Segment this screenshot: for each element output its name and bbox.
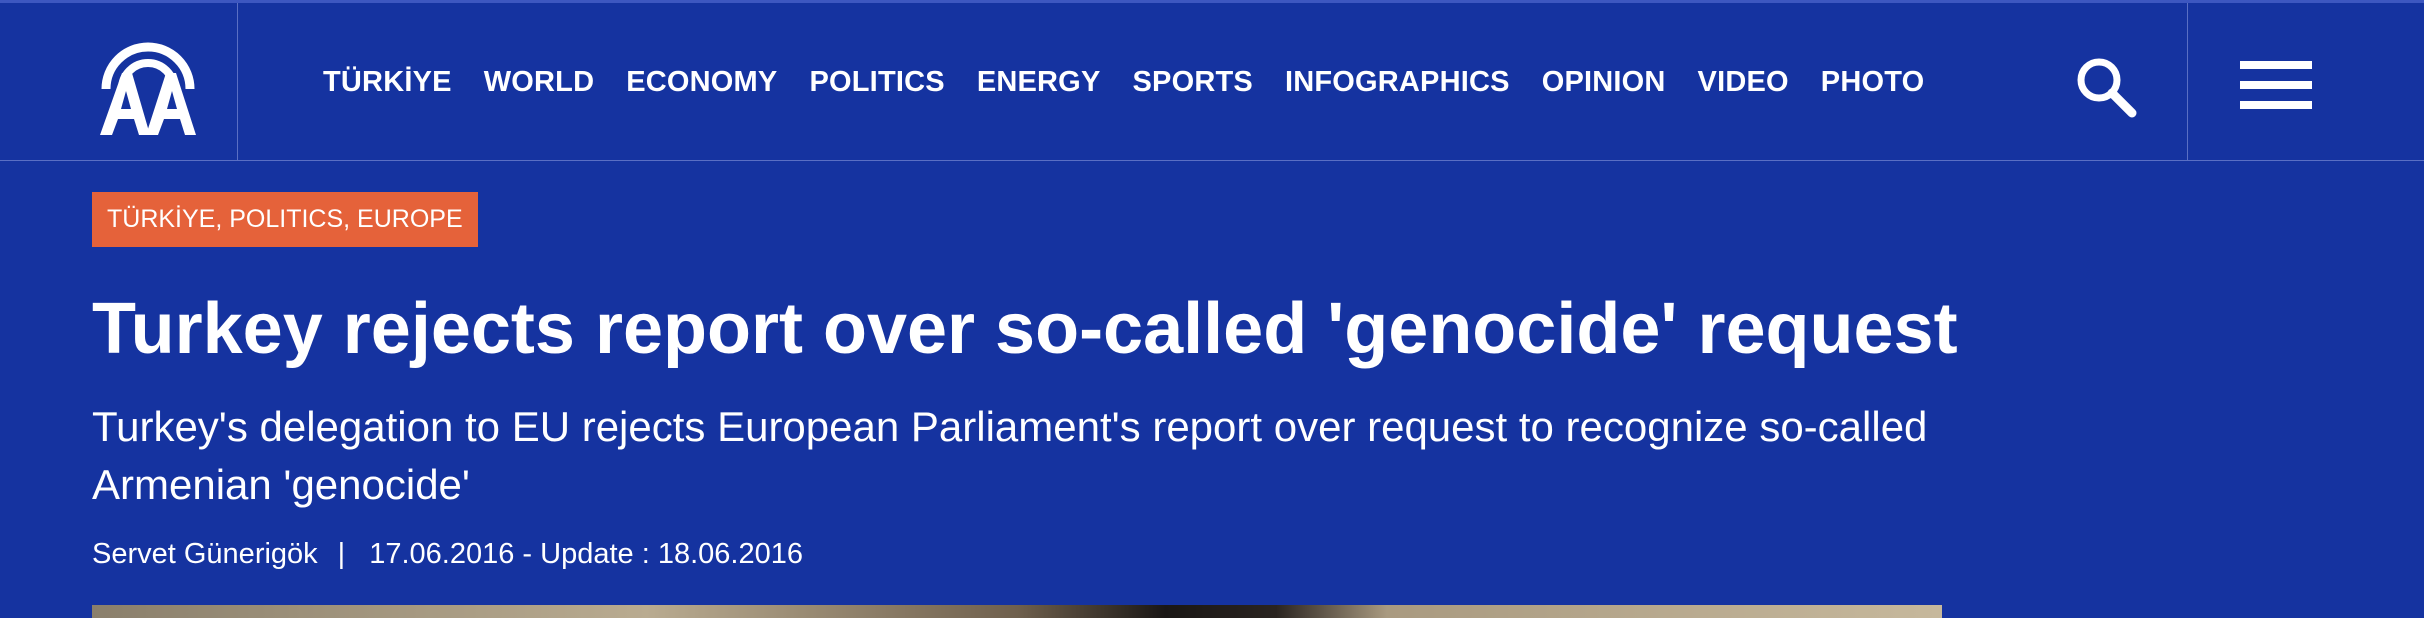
search-icon	[2077, 58, 2137, 118]
category-tag[interactable]: TÜRKİYE, POLITICS, EUROPE	[92, 192, 478, 247]
menu-button[interactable]	[2187, 3, 2424, 161]
nav-item-video[interactable]: VIDEO	[1698, 66, 1789, 99]
search-button[interactable]	[2070, 51, 2142, 123]
nav-item-photo[interactable]: PHOTO	[1821, 66, 1925, 99]
nav-item-turkiye[interactable]: TÜRKİYE	[323, 66, 452, 99]
hamburger-icon	[2240, 61, 2312, 109]
article-subtitle: Turkey's delegation to EU rejects Europe…	[92, 403, 1928, 508]
aa-logo	[100, 42, 196, 135]
author-name[interactable]: Servet Günerigök	[92, 536, 318, 572]
article-image	[92, 605, 1942, 618]
nav-item-opinion[interactable]: OPINION	[1542, 66, 1666, 99]
nav-item-economy[interactable]: ECONOMY	[626, 66, 777, 99]
publish-dates: 17.06.2016 - Update : 18.06.2016	[369, 538, 803, 570]
nav-item-sports[interactable]: SPORTS	[1132, 66, 1252, 99]
article-meta: Servet Günerigök | 17.06.2016 - Update :…	[92, 536, 803, 572]
main-nav: TÜRKİYE WORLD ECONOMY POLITICS ENERGY SP…	[323, 3, 1956, 161]
article-title: Turkey rejects report over so-called 'ge…	[92, 289, 1958, 369]
logo-link[interactable]	[0, 3, 238, 161]
nav-item-world[interactable]: WORLD	[484, 66, 595, 99]
nav-item-politics[interactable]: POLITICS	[809, 66, 944, 99]
nav-item-infographics[interactable]: INFOGRAPHICS	[1285, 66, 1510, 99]
nav-item-energy[interactable]: ENERGY	[977, 66, 1101, 99]
site-header: TÜRKİYE WORLD ECONOMY POLITICS ENERGY SP…	[0, 0, 2424, 161]
meta-separator: |	[337, 538, 346, 570]
